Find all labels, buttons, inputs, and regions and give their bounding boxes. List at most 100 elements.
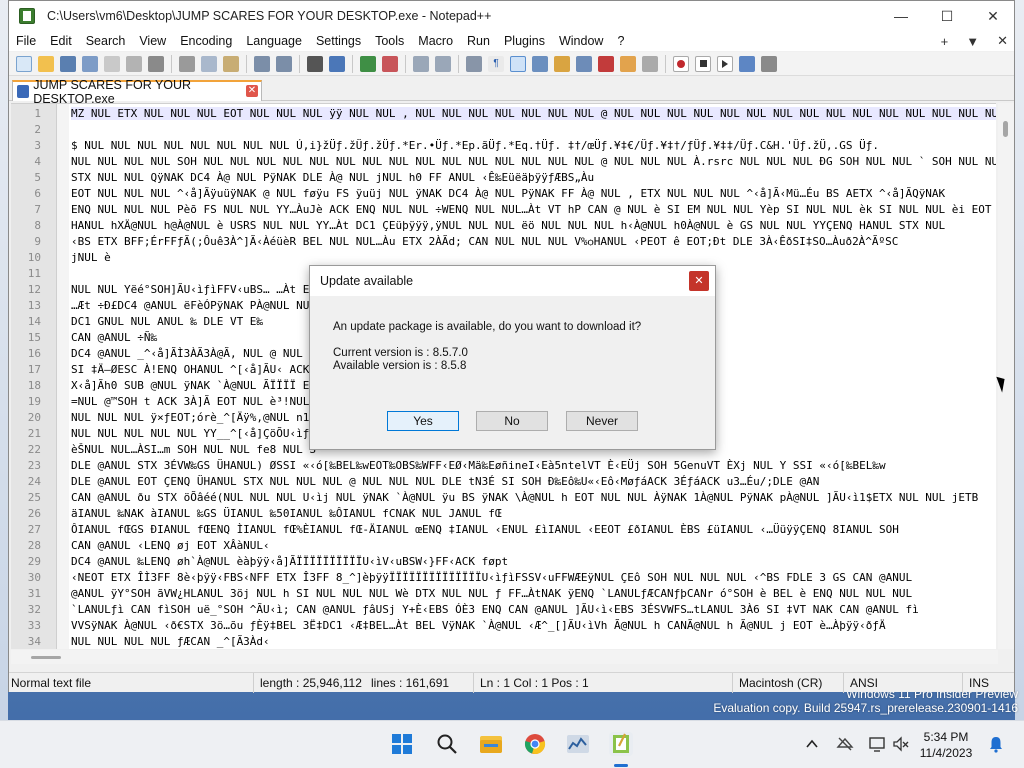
new-tab-plus-icon[interactable]: +	[941, 34, 949, 49]
line-number: 12	[27, 283, 41, 296]
menu-language[interactable]: Language	[239, 34, 309, 48]
code-line: @ANUL ÿY°SOH ãVW¿HLANUL 3öj NUL h SI NUL…	[71, 587, 913, 600]
menu-view[interactable]: View	[132, 34, 173, 48]
code-line: ‹NEOT ETX ÎÌ3FF 8è‹þÿÿ‹FBS‹NFF ETX Î3FF …	[71, 571, 913, 584]
minimize-button[interactable]: —	[878, 1, 924, 31]
start-icon[interactable]	[390, 732, 414, 756]
status-eol[interactable]: Macintosh (CR)	[732, 673, 822, 693]
tab-close-icon[interactable]: ✕	[246, 85, 258, 97]
fold-margin	[57, 104, 69, 649]
task-manager-icon[interactable]	[566, 732, 590, 756]
menu-window[interactable]: Window	[552, 34, 610, 48]
notepad-plus-plus-icon[interactable]	[609, 732, 633, 756]
dialog-message: An update package is available, do you w…	[333, 321, 642, 333]
sync-horizontal-icon[interactable]	[435, 55, 451, 72]
tab-label: JUMP SCARES FOR YOUR DESKTOP.exe	[33, 77, 192, 106]
find-icon[interactable]	[307, 55, 323, 72]
close-button[interactable]: ✕	[970, 1, 1016, 31]
document-list-icon[interactable]	[576, 55, 592, 72]
paste-icon[interactable]	[223, 55, 239, 72]
line-number: 26	[27, 507, 41, 520]
status-encoding[interactable]: ANSI	[843, 673, 878, 693]
maximize-button[interactable]: ☐	[924, 1, 970, 31]
file-explorer-icon[interactable]	[479, 732, 503, 756]
code-line: DC1 GNUL NUL ANUL ‰ DLE VT E‰	[71, 315, 264, 328]
playback-macro-icon[interactable]	[717, 55, 733, 72]
code-line: HANUL hXÄ@NUL h@À@NUL è USRS NUL NUL YY……	[71, 219, 946, 232]
monitoring-icon[interactable]	[642, 55, 658, 72]
display-icon[interactable]	[868, 735, 886, 756]
show-all-characters-icon[interactable]: ¶	[488, 55, 504, 72]
record-macro-icon[interactable]	[673, 55, 689, 72]
clock-date: 11/4/2023	[919, 746, 973, 760]
never-button[interactable]: Never	[566, 411, 638, 431]
document-tab[interactable]: JUMP SCARES FOR YOUR DESKTOP.exe ✕	[12, 78, 262, 106]
dialog-title: Update available	[310, 266, 715, 296]
no-button[interactable]: No	[476, 411, 548, 431]
close-all-icon[interactable]	[126, 55, 142, 72]
menu-encoding[interactable]: Encoding	[173, 34, 239, 48]
run-macro-multiple-icon[interactable]	[739, 55, 755, 72]
horizontal-scroll-thumb[interactable]	[31, 656, 61, 659]
print-icon[interactable]	[148, 55, 164, 72]
tab-list-dropdown-icon[interactable]: ▼	[966, 34, 979, 49]
menu-run[interactable]: Run	[460, 34, 497, 48]
cut-icon[interactable]	[179, 55, 195, 72]
menu-file[interactable]: File	[9, 34, 43, 48]
sync-vertical-icon[interactable]	[413, 55, 429, 72]
dialog-close-button[interactable]: ✕	[689, 271, 709, 291]
code-line: äIANUL ‰NAK àIANUL ‰GS ÜIANUL ‰50IANUL ‰…	[71, 507, 502, 520]
search-icon[interactable]	[435, 732, 459, 756]
redo-icon[interactable]	[276, 55, 292, 72]
indent-guide-icon[interactable]	[510, 55, 526, 72]
line-number: 16	[27, 347, 41, 360]
chevron-up-icon[interactable]	[805, 737, 819, 754]
copy-icon[interactable]	[201, 55, 217, 72]
horizontal-scrollbar[interactable]	[11, 650, 998, 664]
vertical-scroll-thumb[interactable]	[1003, 121, 1008, 137]
replace-icon[interactable]	[329, 55, 345, 72]
code-line: ENQ NUL NUL NUL Pèõ FS NUL NUL YY…ÀuJè A…	[71, 203, 996, 216]
toolbar-separator	[665, 54, 666, 73]
user-defined-language-icon[interactable]	[532, 55, 548, 72]
line-number: 29	[27, 555, 41, 568]
update-dialog: Update available ✕ An update package is …	[309, 265, 716, 450]
zoom-in-icon[interactable]	[360, 55, 376, 72]
open-file-icon[interactable]	[38, 55, 54, 72]
code-line: MZ NUL ETX NUL NUL NUL EOT NUL NUL NUL ÿ…	[71, 107, 996, 120]
zoom-out-icon[interactable]	[382, 55, 398, 72]
line-number: 10	[27, 251, 41, 264]
close-icon[interactable]	[104, 55, 120, 72]
title-bar[interactable]: C:\Users\vm6\Desktop\JUMP SCARES FOR YOU…	[9, 1, 1014, 31]
menu-search[interactable]: Search	[79, 34, 133, 48]
code-line: NUL NUL NUL NUL ƒÆCAN _^[Ã3Àd‹	[71, 635, 270, 648]
status-insert-mode[interactable]: INS	[962, 673, 989, 693]
stop-recording-icon[interactable]	[695, 55, 711, 72]
line-number: 19	[27, 395, 41, 408]
code-line: VVSÿNAK À@NUL ‹ð€STX 3ö…õu ƒÈÿ‡BEL 3Ë‡DC…	[71, 619, 886, 632]
chrome-icon[interactable]	[523, 732, 547, 756]
menu-edit[interactable]: Edit	[43, 34, 79, 48]
volume-muted-icon[interactable]	[892, 735, 910, 756]
word-wrap-icon[interactable]	[466, 55, 482, 72]
menu-tools[interactable]: Tools	[368, 34, 411, 48]
save-macro-icon[interactable]	[761, 55, 777, 72]
folder-as-workspace-icon[interactable]	[620, 55, 636, 72]
save-all-icon[interactable]	[82, 55, 98, 72]
notification-bell-icon[interactable]	[987, 735, 1005, 756]
menu-settings[interactable]: Settings	[309, 34, 368, 48]
menu-macro[interactable]: Macro	[411, 34, 460, 48]
yes-button[interactable]: Yes	[387, 411, 459, 431]
function-list-icon[interactable]	[598, 55, 614, 72]
menu-help[interactable]: ?	[610, 34, 631, 48]
save-icon[interactable]	[60, 55, 76, 72]
toolbar: ¶	[9, 52, 1014, 76]
close-document-icon[interactable]: ✕	[997, 33, 1008, 49]
save-state-icon	[17, 85, 30, 98]
network-off-icon[interactable]	[836, 735, 854, 756]
document-map-icon[interactable]	[554, 55, 570, 72]
menu-plugins[interactable]: Plugins	[497, 34, 552, 48]
system-clock[interactable]: 5:34 PM 11/4/2023	[916, 729, 976, 761]
new-file-icon[interactable]	[16, 55, 32, 72]
undo-icon[interactable]	[254, 55, 270, 72]
